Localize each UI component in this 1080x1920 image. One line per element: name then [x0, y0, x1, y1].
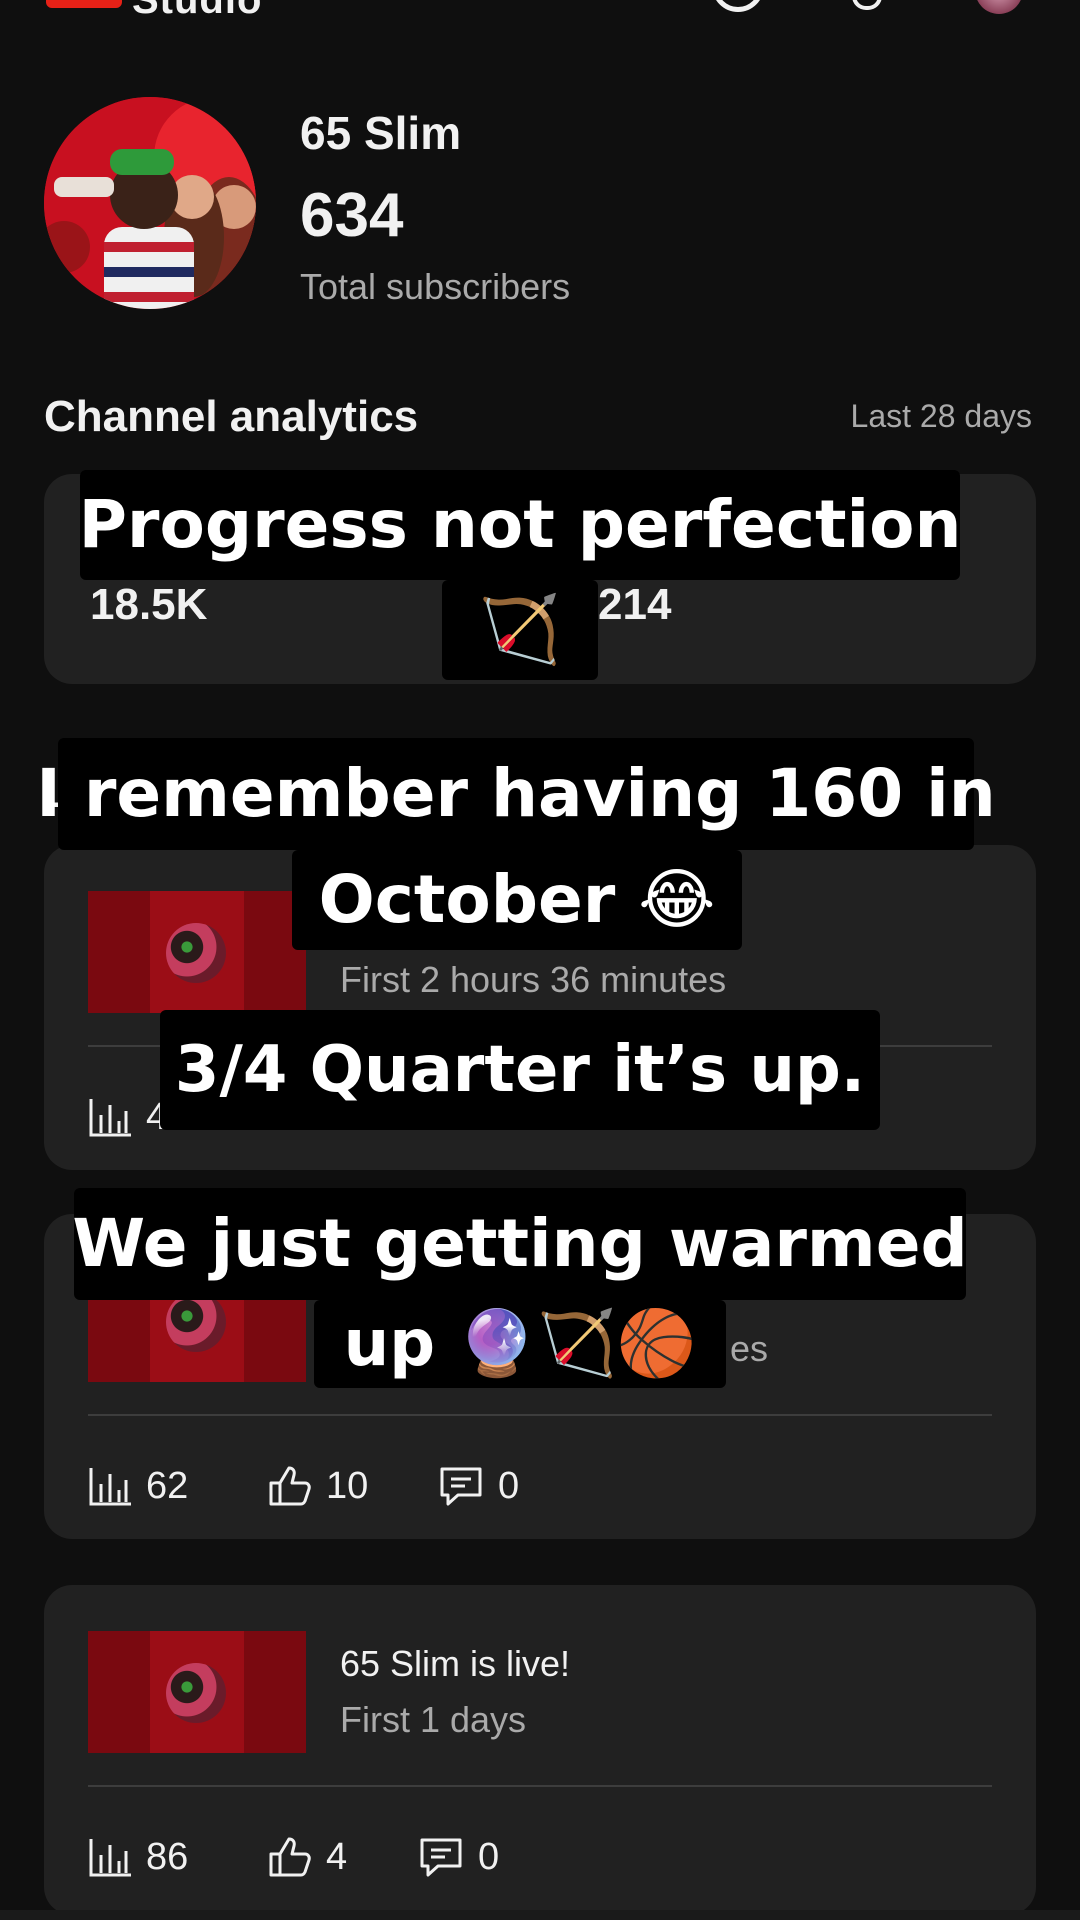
- channel-avatar[interactable]: [44, 97, 256, 309]
- bottom-edge: [0, 1910, 1080, 1920]
- comments-count: 0: [478, 1835, 500, 1878]
- likes-metric: 10: [268, 1465, 438, 1508]
- thumbnail-avatar: [166, 1292, 226, 1352]
- channel-name: 65 Slim: [300, 107, 462, 159]
- thumbnail-avatar: [166, 1663, 226, 1723]
- caption-warmed-line1: We just getting warmed: [72, 1188, 968, 1300]
- video-metrics: 86 4 0: [88, 1835, 499, 1879]
- views-count: 86: [146, 1835, 189, 1878]
- likes-metric: 4: [268, 1836, 418, 1879]
- video-card[interactable]: 65 Slim is live! First 1 days 86 4 0: [44, 1585, 1036, 1915]
- likes-count: 4: [326, 1835, 348, 1878]
- stat-watch-time-value: 214: [598, 580, 672, 629]
- caption-remember-line2: October 😂: [292, 850, 742, 950]
- comments-metric: 0: [438, 1465, 519, 1508]
- channel-analytics-title: Channel analytics: [44, 392, 419, 441]
- subscriber-label: Total subscribers: [300, 266, 571, 307]
- bar-chart-icon: [89, 1468, 131, 1506]
- video-thumbnail[interactable]: [88, 1631, 306, 1753]
- caption-bow-emoji: 🏹: [442, 580, 598, 680]
- thumbs-up-icon: [269, 1466, 311, 1506]
- video-metrics: 62 10 0: [88, 1464, 519, 1508]
- account-avatar[interactable]: [975, 0, 1023, 14]
- views-count: 62: [146, 1464, 189, 1507]
- likes-count: 10: [326, 1464, 369, 1507]
- comment-icon: [440, 1467, 482, 1506]
- video-period: First 1 days: [340, 1699, 527, 1740]
- caption-remember-line1: I remember having 160 in: [36, 738, 996, 850]
- analytics-range[interactable]: Last 28 days: [851, 398, 1032, 435]
- thumbnail-avatar: [166, 923, 226, 983]
- video-period: First 2 hours 36 minutes: [340, 959, 727, 1000]
- caption-warmed-line2: up 🔮🏹🏀: [314, 1300, 726, 1388]
- video-period: es: [730, 1328, 769, 1369]
- notifications-icon[interactable]: [852, 0, 882, 10]
- bar-chart-icon: [89, 1099, 131, 1137]
- divider: [88, 1785, 992, 1787]
- video-title: 65 Slim is live!: [340, 1643, 571, 1684]
- comments-metric: 0: [418, 1836, 499, 1879]
- thumbs-up-icon: [269, 1837, 311, 1877]
- studio-logo-text: Studio: [132, 0, 263, 22]
- subscriber-count: 634: [300, 181, 404, 250]
- comment-icon: [420, 1838, 462, 1877]
- top-bar: Studio: [0, 0, 1080, 22]
- video-thumbnail[interactable]: [88, 891, 306, 1013]
- comments-count: 0: [498, 1464, 520, 1507]
- views-metric: 62: [88, 1465, 268, 1508]
- bar-chart-icon: [89, 1839, 131, 1877]
- studio-logo-icon[interactable]: [46, 0, 122, 8]
- stat-views-value: 18.5K: [90, 580, 208, 629]
- help-icon[interactable]: [712, 0, 764, 12]
- views-metric: 86: [88, 1836, 268, 1879]
- caption-progress: Progress not perfection: [79, 470, 961, 580]
- caption-quarter: 3/4 Quarter it’s up.: [160, 1010, 880, 1130]
- divider: [88, 1414, 992, 1416]
